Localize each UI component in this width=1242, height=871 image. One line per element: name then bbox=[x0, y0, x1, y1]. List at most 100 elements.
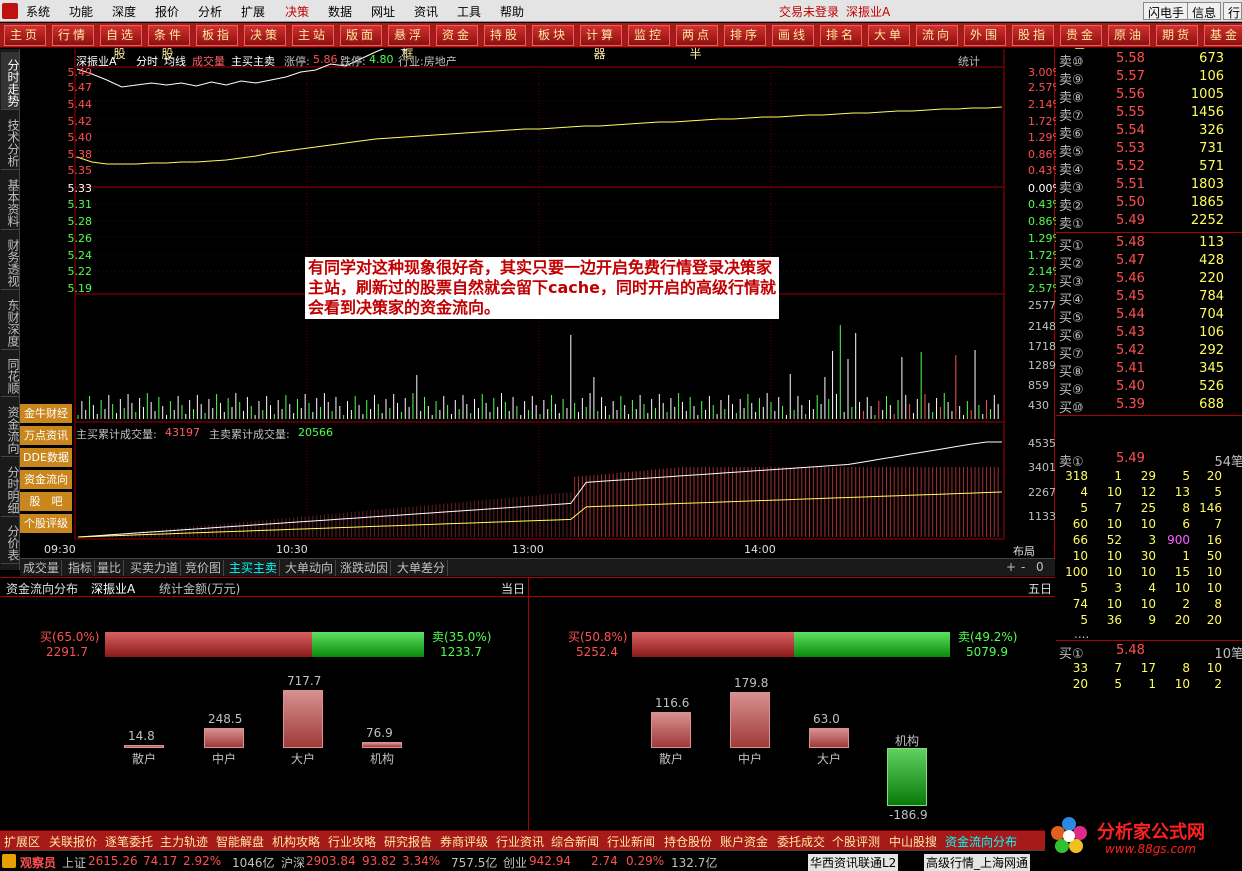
toolbar-16[interactable]: 画线 bbox=[772, 25, 814, 46]
bottom-tab-15[interactable]: 个股评测 bbox=[832, 833, 880, 850]
left-box-4[interactable]: 股 吧 bbox=[20, 492, 72, 512]
bottom-tab-3[interactable]: 主力轨迹 bbox=[160, 833, 208, 850]
sell-level-1[interactable]: 卖① 5.49 2252 bbox=[1056, 213, 1242, 232]
left-tab-4[interactable]: 东财深度 bbox=[1, 292, 20, 350]
bottom-tab-8[interactable]: 券商评级 bbox=[440, 833, 488, 850]
bottom-tab-4[interactable]: 智能解盘 bbox=[216, 833, 264, 850]
menu-tools[interactable]: 工具 bbox=[457, 3, 481, 20]
indicator-tab-7[interactable]: 涨跌动因 bbox=[338, 560, 392, 576]
layout-button[interactable]: 布局 bbox=[1013, 543, 1035, 559]
indicator-tab-4[interactable]: 竞价图 bbox=[183, 560, 225, 576]
menu-help[interactable]: 帮助 bbox=[500, 3, 524, 20]
left-tab-1[interactable]: 技术分析 bbox=[1, 112, 20, 170]
menu-system[interactable]: 系统 bbox=[26, 3, 50, 20]
buy-level-8[interactable]: 买⑧ 5.41 345 bbox=[1056, 361, 1242, 380]
chart-item-avg[interactable]: 均线 bbox=[164, 53, 186, 69]
sell-level-4[interactable]: 卖④ 5.52 571 bbox=[1056, 159, 1242, 178]
bottom-tab-2[interactable]: 逐笔委托 bbox=[105, 833, 153, 850]
toolbar-18[interactable]: 大单 bbox=[868, 25, 910, 46]
indicator-tab-1[interactable]: 指标 bbox=[66, 560, 96, 576]
toolbar-13[interactable]: 监控 bbox=[628, 25, 670, 46]
menu-news[interactable]: 资讯 bbox=[414, 3, 438, 20]
bottom-tab-14[interactable]: 委托成交 bbox=[777, 833, 825, 850]
buy-level-5[interactable]: 买⑤ 5.44 704 bbox=[1056, 307, 1242, 326]
buy-level-7[interactable]: 买⑦ 5.42 292 bbox=[1056, 343, 1242, 362]
buy-level-1[interactable]: 买① 5.48 113 bbox=[1056, 235, 1242, 254]
bottom-tab-17[interactable]: 资金流向分布 bbox=[945, 833, 1017, 850]
left-tab-6[interactable]: 资金流向 bbox=[1, 399, 20, 457]
toolbar-21[interactable]: 股指 bbox=[1012, 25, 1054, 46]
buy-level-3[interactable]: 买③ 5.46 220 bbox=[1056, 271, 1242, 290]
toolbar-8[interactable]: 悬浮框 bbox=[388, 25, 430, 61]
indicator-tab-8[interactable]: 大单差分 bbox=[395, 560, 449, 576]
buy-level-2[interactable]: 买② 5.47 428 bbox=[1056, 253, 1242, 272]
bottom-tab-0[interactable]: 扩展区 bbox=[4, 833, 40, 850]
sell-level-9[interactable]: 卖⑨ 5.57 106 bbox=[1056, 69, 1242, 88]
bottom-tab-10[interactable]: 综合新闻 bbox=[551, 833, 599, 850]
toolbar-24[interactable]: 期货 bbox=[1156, 25, 1198, 46]
bottom-tab-1[interactable]: 关联报价 bbox=[49, 833, 97, 850]
sell-level-2[interactable]: 卖② 5.50 1865 bbox=[1056, 195, 1242, 214]
indicator-tab-6[interactable]: 大单动向 bbox=[283, 560, 337, 576]
indicator-tab-2[interactable]: 量比 bbox=[95, 560, 125, 576]
toolbar-1[interactable]: 行情 bbox=[52, 25, 94, 46]
toolbar-23[interactable]: 原油 bbox=[1108, 25, 1150, 46]
left-tab-3[interactable]: 财务透视 bbox=[1, 232, 20, 290]
bottom-tab-11[interactable]: 行业新闻 bbox=[607, 833, 655, 850]
chart-item-intraday[interactable]: 分时 bbox=[136, 53, 158, 69]
left-box-5[interactable]: 个股评级 bbox=[20, 514, 72, 534]
bottom-tab-16[interactable]: 中山股搜 bbox=[889, 833, 937, 850]
toolbar-25[interactable]: 基金 bbox=[1204, 25, 1242, 46]
bottom-tab-5[interactable]: 机构攻略 bbox=[272, 833, 320, 850]
left-tab-8[interactable]: 分价表 bbox=[1, 519, 20, 564]
bottom-tab-7[interactable]: 研究报告 bbox=[384, 833, 432, 850]
plus-icon[interactable]: + bbox=[1006, 560, 1016, 574]
menu-extend[interactable]: 扩展 bbox=[241, 3, 265, 20]
minus-icon[interactable]: - bbox=[1021, 560, 1025, 574]
toolbar-7[interactable]: 版面 bbox=[340, 25, 382, 46]
menu-depth[interactable]: 深度 bbox=[112, 3, 136, 20]
sell-level-10[interactable]: 卖⑩ 5.58 673 bbox=[1056, 51, 1242, 70]
buy-level-4[interactable]: 买④ 5.45 784 bbox=[1056, 289, 1242, 308]
toolbar-14[interactable]: 两点半 bbox=[676, 25, 718, 61]
trade-button[interactable]: 行 bbox=[1223, 2, 1242, 20]
toolbar-4[interactable]: 板指 bbox=[196, 25, 238, 46]
indicator-tab-5[interactable]: 主买主卖 bbox=[227, 560, 281, 576]
left-tab-2[interactable]: 基本资料 bbox=[1, 172, 20, 230]
bottom-tab-6[interactable]: 行业攻略 bbox=[328, 833, 376, 850]
left-box-3[interactable]: 资金流向 bbox=[20, 470, 72, 490]
zero-button[interactable]: 0 bbox=[1036, 560, 1044, 574]
menu-sites[interactable]: 网址 bbox=[371, 3, 395, 20]
buy-level-10[interactable]: 买⑩ 5.39 688 bbox=[1056, 397, 1242, 416]
indicator-tab-0[interactable]: 成交量 bbox=[21, 560, 63, 576]
toolbar-11[interactable]: 板块 bbox=[532, 25, 574, 46]
toolbar-12[interactable]: 计算器 bbox=[580, 25, 622, 61]
indicator-tab-3[interactable]: 买卖力道 bbox=[128, 560, 182, 576]
left-tab-7[interactable]: 分时明细 bbox=[1, 459, 20, 517]
observer-label[interactable]: 观察员 bbox=[20, 854, 56, 871]
toolbar-20[interactable]: 外围 bbox=[964, 25, 1006, 46]
menu-quote[interactable]: 报价 bbox=[155, 3, 179, 20]
chart-item-main-buy-sell[interactable]: 主买主卖 bbox=[231, 53, 275, 69]
toolbar-9[interactable]: 资金 bbox=[436, 25, 478, 46]
toolbar-5[interactable]: 决策 bbox=[244, 25, 286, 46]
sell-level-5[interactable]: 卖⑤ 5.53 731 bbox=[1056, 141, 1242, 160]
toolbar-2[interactable]: 自选股 bbox=[100, 25, 142, 61]
toolbar-0[interactable]: 主页 bbox=[4, 25, 46, 46]
sell-level-3[interactable]: 卖③ 5.51 1803 bbox=[1056, 177, 1242, 196]
toolbar-6[interactable]: 主站 bbox=[292, 25, 334, 46]
bottom-tab-9[interactable]: 行业资讯 bbox=[496, 833, 544, 850]
toolbar-19[interactable]: 流向 bbox=[916, 25, 958, 46]
menu-decision[interactable]: 决策 bbox=[285, 3, 309, 20]
menu-analysis[interactable]: 分析 bbox=[198, 3, 222, 20]
toolbar-3[interactable]: 条件股 bbox=[148, 25, 190, 61]
buy-level-6[interactable]: 买⑥ 5.43 106 bbox=[1056, 325, 1242, 344]
bottom-tab-13[interactable]: 账户资金 bbox=[720, 833, 768, 850]
toolbar-10[interactable]: 持股 bbox=[484, 25, 526, 46]
left-tab-0[interactable]: 分时走势 bbox=[1, 52, 20, 110]
menu-data[interactable]: 数据 bbox=[328, 3, 352, 20]
stats-button[interactable]: 统计 bbox=[958, 53, 980, 69]
buy-level-9[interactable]: 买⑨ 5.40 526 bbox=[1056, 379, 1242, 398]
toolbar-17[interactable]: 排名 bbox=[820, 25, 862, 46]
bottom-tab-12[interactable]: 持仓股份 bbox=[664, 833, 712, 850]
